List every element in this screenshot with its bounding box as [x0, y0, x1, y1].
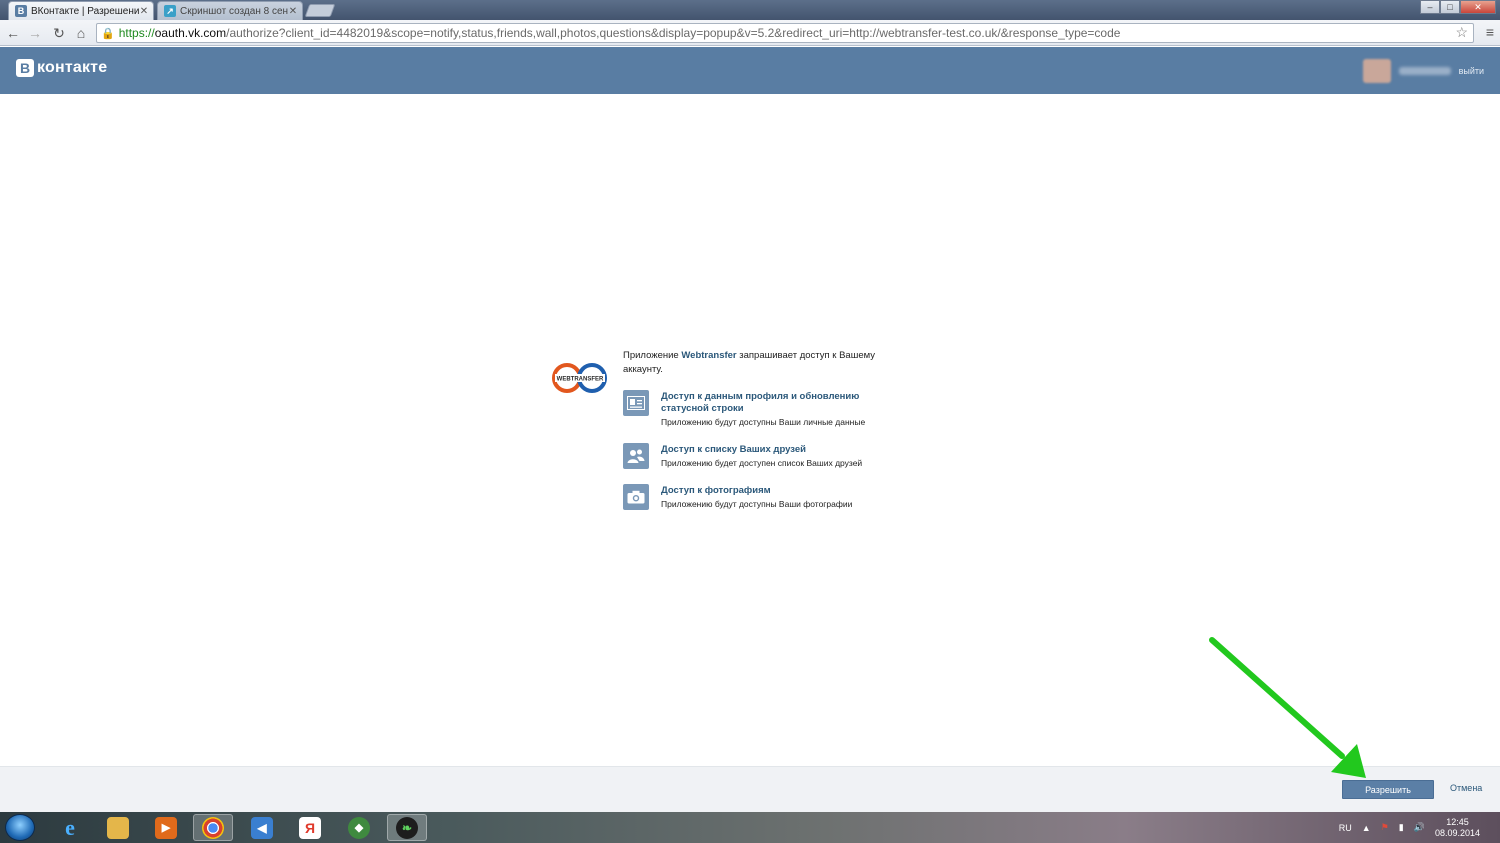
- minimize-button[interactable]: –: [1420, 0, 1440, 14]
- permission-desc: Приложению будут доступны Ваши личные да…: [661, 417, 866, 427]
- new-tab-button[interactable]: [304, 4, 336, 17]
- address-bar[interactable]: 🔒 https:// oauth.vk.com /authorize?clien…: [96, 23, 1474, 43]
- taskbar-ie[interactable]: e: [50, 814, 90, 841]
- app-name: Webtransfer: [681, 350, 737, 361]
- url-host: oauth.vk.com: [154, 26, 227, 40]
- reload-button[interactable]: ↻: [50, 24, 68, 42]
- taskbar-yandex[interactable]: Я: [290, 814, 330, 841]
- windows-taskbar: e ▶ ◀ Я ◆ ❧ RU ▲ ⚑ ▮ 🔊 12:45 08.09.2014: [0, 812, 1500, 843]
- vk-icon: B: [15, 5, 27, 17]
- consent-intro: Приложение Webtransfer запрашивает досту…: [623, 349, 888, 377]
- start-button[interactable]: [5, 814, 35, 841]
- friends-icon: [623, 443, 649, 469]
- yandex-icon: Я: [299, 816, 321, 839]
- intro-prefix: Приложение: [623, 350, 682, 361]
- close-icon[interactable]: ✕: [288, 6, 298, 17]
- bookmark-star-icon[interactable]: ☆: [1455, 24, 1468, 41]
- internet-explorer-icon: e: [65, 814, 75, 840]
- network-signal-icon[interactable]: ▮: [1399, 822, 1404, 833]
- user-name-blurred: [1398, 67, 1451, 75]
- screenshot-icon: ↗: [164, 5, 176, 17]
- webtransfer-logo: WEBTRANSFER: [552, 363, 607, 393]
- language-indicator[interactable]: RU: [1339, 823, 1352, 833]
- folder-icon: [107, 816, 129, 839]
- allow-button[interactable]: Разрешить: [1342, 780, 1434, 799]
- lock-icon: 🔒: [101, 27, 115, 40]
- profile-card-icon: [623, 390, 649, 416]
- url-path: /authorize?client_id=4482019&scope=notif…: [226, 26, 1121, 40]
- vk-header: B контакте выйти: [0, 47, 1500, 94]
- taskbar-leaf-app[interactable]: ❧: [387, 814, 427, 841]
- tab-title: ВКонтакте | Разрешение: [31, 5, 139, 17]
- window-controls: – □ ✕: [1420, 0, 1496, 14]
- media-player-icon: ▶: [155, 816, 177, 839]
- home-button[interactable]: ⌂: [72, 24, 90, 42]
- clock-date: 08.09.2014: [1434, 827, 1480, 838]
- maximize-button[interactable]: □: [1440, 0, 1460, 14]
- avatar[interactable]: [1362, 59, 1391, 83]
- shield-icon: ◆: [348, 816, 370, 839]
- volume-icon[interactable]: 🔊: [1414, 822, 1425, 833]
- close-icon[interactable]: ✕: [139, 6, 149, 17]
- browser-tab-strip: B ВКонтакте | Разрешение ✕ ↗ Скриншот со…: [0, 0, 1500, 20]
- clock[interactable]: 12:45 08.09.2014: [1435, 817, 1480, 839]
- taskbar-shield-app[interactable]: ◆: [339, 814, 379, 841]
- action-center-flag-icon[interactable]: ⚑: [1381, 822, 1389, 833]
- vk-logo-word: контакте: [37, 59, 108, 76]
- chrome-icon: [202, 816, 224, 839]
- taskbar-volume-app[interactable]: ◀: [242, 814, 282, 841]
- app-logo-text: WEBTRANSFER: [557, 377, 604, 383]
- url-scheme: https://: [118, 26, 155, 40]
- tab-screenshot[interactable]: ↗ Скриншот создан 8 сент ✕: [157, 1, 303, 20]
- taskbar-media-player[interactable]: ▶: [146, 814, 186, 841]
- clock-time: 12:45: [1446, 816, 1469, 827]
- leaf-icon: ❧: [396, 816, 418, 839]
- taskbar-explorer[interactable]: [98, 814, 138, 841]
- speaker-icon: ◀: [251, 816, 273, 839]
- window-close-button[interactable]: ✕: [1460, 0, 1496, 14]
- permission-desc: Приложению будут доступны Ваши фотографи…: [661, 499, 853, 509]
- vk-logo[interactable]: B контакте: [16, 59, 107, 77]
- tab-title: Скриншот создан 8 сент: [180, 5, 288, 17]
- forward-button[interactable]: →: [26, 24, 44, 42]
- browser-menu-button[interactable]: ≡: [1486, 24, 1494, 40]
- browser-toolbar: ← → ↻ ⌂ 🔒 https:// oauth.vk.com /authori…: [0, 20, 1500, 46]
- permission-desc: Приложению будет доступен список Ваших д…: [661, 458, 863, 468]
- logout-link[interactable]: выйти: [1459, 66, 1484, 76]
- user-menu: выйти: [1362, 59, 1484, 83]
- cancel-link[interactable]: Отмена: [1450, 783, 1482, 793]
- back-button[interactable]: ←: [4, 24, 22, 42]
- permission-title: Доступ к данным профиля и обновлению ста…: [661, 391, 860, 414]
- tray-expand-icon[interactable]: ▲: [1362, 823, 1371, 833]
- system-tray: RU ▲ ⚑ ▮ 🔊 12:45 08.09.2014: [1339, 812, 1500, 843]
- camera-icon: [623, 484, 649, 510]
- permission-title: Доступ к списку Ваших друзей: [661, 444, 807, 455]
- vk-logo-letter: B: [16, 59, 34, 77]
- permission-title: Доступ к фотографиям: [661, 485, 771, 496]
- taskbar-chrome[interactable]: [193, 814, 233, 841]
- action-bar: Разрешить Отмена: [0, 766, 1500, 812]
- tab-vk-authorize[interactable]: B ВКонтакте | Разрешение ✕: [8, 1, 154, 20]
